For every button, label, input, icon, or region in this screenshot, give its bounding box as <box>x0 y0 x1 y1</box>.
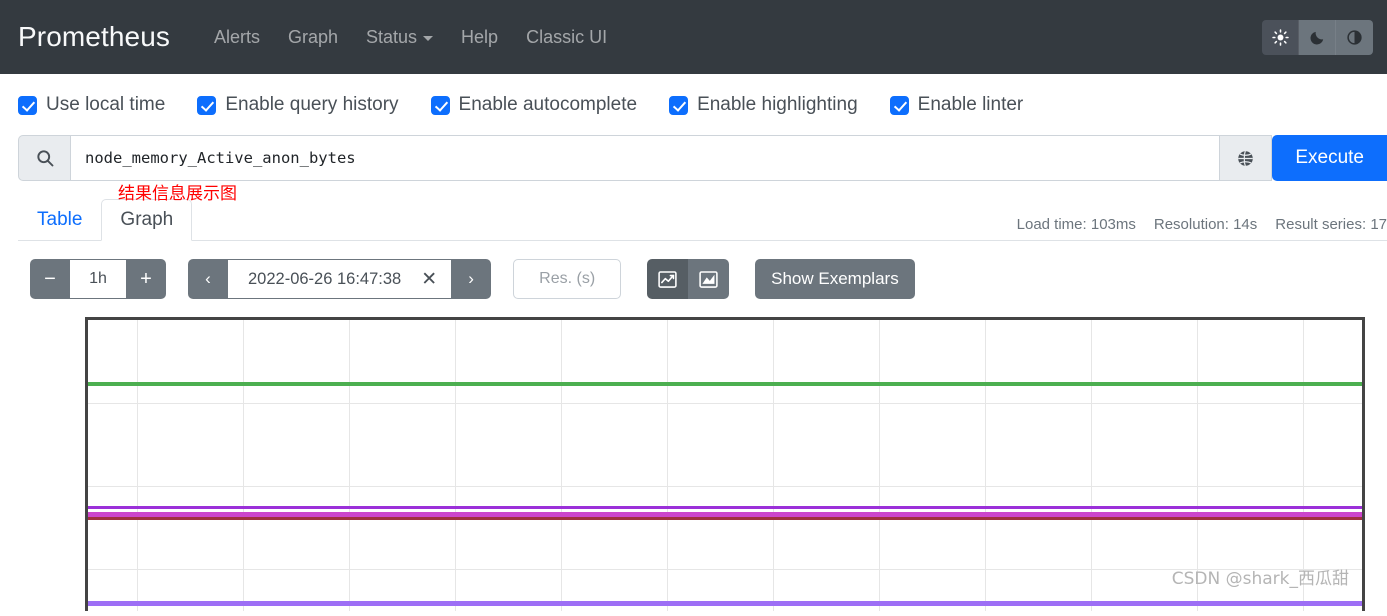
nav-link-label: Graph <box>287 26 339 47</box>
close-icon[interactable]: ✕ <box>421 268 437 291</box>
grid-line <box>88 486 1362 487</box>
checkbox-enable-query-history[interactable]: Enable query history <box>197 94 399 116</box>
checkbox-icon[interactable] <box>889 95 909 115</box>
nav-link-alerts[interactable]: Alerts <box>200 19 274 56</box>
show-exemplars-button[interactable]: Show Exemplars <box>755 259 915 299</box>
theme-auto-button[interactable] <box>1336 20 1373 55</box>
nav-links: Alerts Graph Status Help Classic UI <box>200 19 621 56</box>
grid-line <box>773 320 774 611</box>
moon-icon <box>1310 31 1323 45</box>
tab-graph[interactable]: Graph <box>101 199 193 241</box>
chart-type-toggle <box>647 259 730 299</box>
query-bar: node_memory_Active_anon_bytes Execute <box>18 135 1387 181</box>
range-decrease-button[interactable]: − <box>30 259 70 299</box>
grid-line <box>88 403 1362 404</box>
execute-button[interactable]: Execute <box>1272 135 1387 181</box>
series-line-purple-upper <box>88 506 1362 509</box>
checkbox-enable-linter[interactable]: Enable linter <box>889 94 1024 116</box>
checkbox-label: Enable linter <box>917 94 1024 115</box>
navbar: Prometheus Alerts Graph Status Help Clas… <box>0 0 1387 74</box>
checkbox-icon[interactable] <box>197 95 217 115</box>
checkbox-label: Use local time <box>46 94 166 115</box>
range-increase-button[interactable]: + <box>126 259 166 299</box>
brand-logo[interactable]: Prometheus <box>18 21 170 53</box>
time-next-button[interactable]: › <box>451 259 492 299</box>
grid-line <box>243 320 244 611</box>
tab-table[interactable]: Table <box>18 199 101 241</box>
series-line-green <box>88 382 1362 386</box>
grid-line <box>349 320 350 611</box>
result-tabs: Table Graph 结果信息展示图 Load time: 103ms Res… <box>18 184 1387 241</box>
checkbox-icon[interactable] <box>18 95 37 115</box>
resolution-stat: Resolution: 14s <box>1153 216 1258 233</box>
checkbox-enable-autocomplete[interactable]: Enable autocomplete <box>430 94 638 116</box>
series-line-darkred <box>88 517 1362 520</box>
checkbox-use-local-time[interactable]: Use local time <box>18 94 165 116</box>
grid-line <box>1091 320 1092 611</box>
grid-line <box>667 320 668 611</box>
annotation-label: 结果信息展示图 <box>118 184 237 204</box>
half-circle-icon <box>1347 30 1362 45</box>
time-prev-button[interactable]: ‹ <box>188 259 228 299</box>
checkbox-enable-highlighting[interactable]: Enable highlighting <box>669 94 858 116</box>
chevron-down-icon <box>423 36 434 41</box>
resolution-input[interactable]: Res. (s) <box>513 259 622 299</box>
graph-controls: − 1h + ‹ 2022-06-26 16:47:38 ✕ › Res. (s… <box>30 259 1387 299</box>
nav-link-status[interactable]: Status <box>352 19 447 56</box>
search-icon[interactable] <box>18 135 70 181</box>
checkbox-label: Enable autocomplete <box>458 94 638 115</box>
query-stats: Load time: 103ms Resolution: 14s Result … <box>1017 216 1387 233</box>
watermark: CSDN @shark_西瓜甜 <box>1171 569 1349 589</box>
series-line-violet <box>88 601 1362 606</box>
globe-icon[interactable] <box>1220 135 1273 181</box>
nav-link-help[interactable]: Help <box>447 19 512 56</box>
options-row: Use local time Enable query history Enab… <box>0 74 1387 116</box>
grid-line <box>561 320 562 611</box>
range-stepper: − 1h + <box>30 259 166 299</box>
line-chart-icon[interactable] <box>647 259 689 299</box>
nav-link-label: Help <box>461 26 499 47</box>
grid-line <box>985 320 986 611</box>
result-series-stat: Result series: 17 <box>1275 216 1387 233</box>
area-chart-icon[interactable] <box>688 259 730 299</box>
checkbox-label: Enable highlighting <box>697 94 858 115</box>
checkbox-icon[interactable] <box>669 95 689 115</box>
checkbox-icon[interactable] <box>430 95 450 115</box>
grid-line <box>137 320 138 611</box>
graph-panel: 35.00G 30.00G 25.00G 20.00G CSDN @shark_… <box>0 311 1387 611</box>
nav-link-graph[interactable]: Graph <box>274 19 352 56</box>
load-time-stat: Load time: 103ms <box>1016 216 1136 233</box>
sun-icon <box>1271 29 1289 46</box>
range-input[interactable]: 1h <box>70 259 126 299</box>
grid-line <box>455 320 456 611</box>
time-picker: ‹ 2022-06-26 16:47:38 ✕ › <box>188 259 492 299</box>
query-input[interactable]: node_memory_Active_anon_bytes <box>70 135 1221 181</box>
time-value: 2022-06-26 16:47:38 <box>248 269 402 288</box>
theme-dark-button[interactable] <box>1299 20 1336 55</box>
nav-link-classic-ui[interactable]: Classic UI <box>512 19 621 56</box>
checkbox-label: Enable query history <box>225 94 399 115</box>
theme-switcher <box>1262 20 1373 55</box>
grid-line <box>879 320 880 611</box>
time-input[interactable]: 2022-06-26 16:47:38 ✕ <box>228 259 452 299</box>
nav-link-label: Classic UI <box>526 26 608 47</box>
nav-link-label: Status <box>366 26 418 47</box>
nav-link-label: Alerts <box>213 26 260 47</box>
theme-light-button[interactable] <box>1262 20 1299 55</box>
